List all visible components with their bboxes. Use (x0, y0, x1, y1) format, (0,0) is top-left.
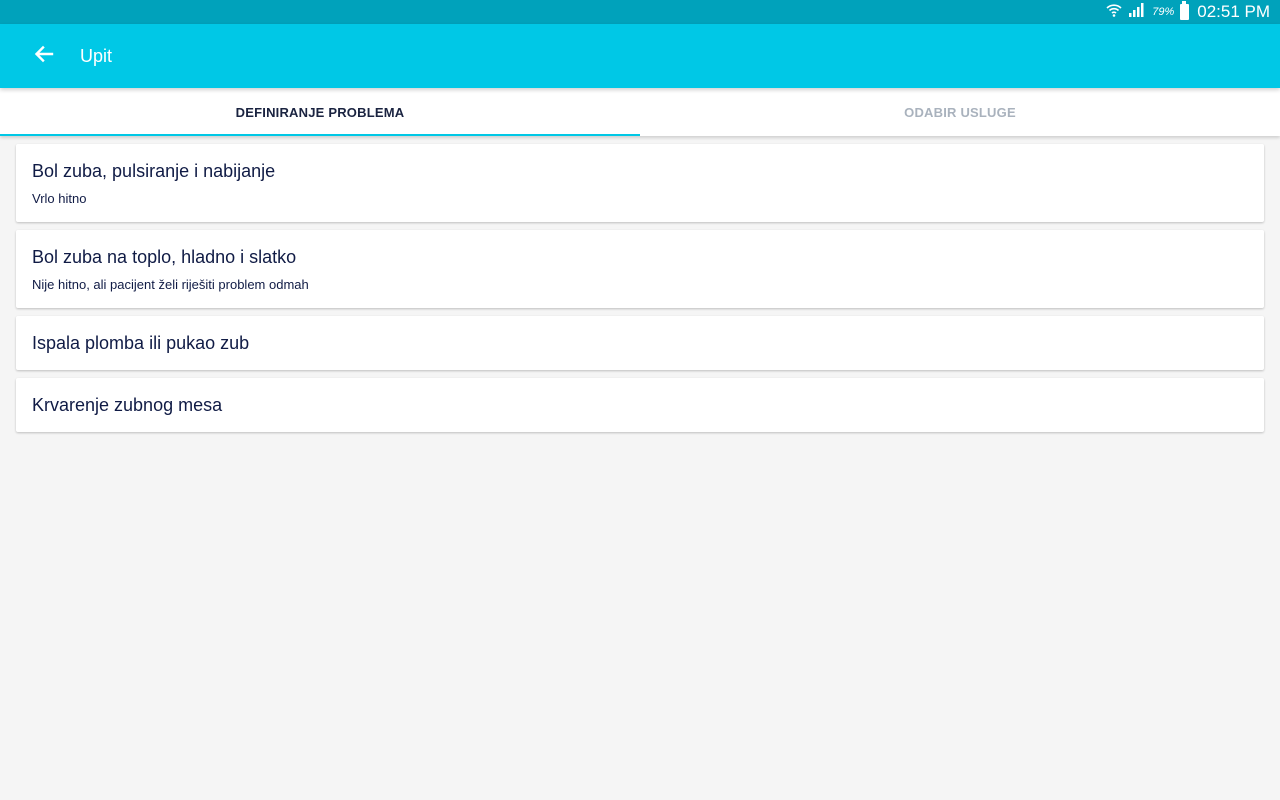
status-clock: 02:51 PM (1197, 2, 1270, 21)
signal-icon (1128, 2, 1146, 23)
problem-item[interactable]: Bol zuba na toplo, hladno i slatko Nije … (16, 230, 1264, 308)
problem-title: Bol zuba, pulsiranje i nabijanje (32, 160, 276, 181)
problem-list: Bol zuba, pulsiranje i nabijanje Vrlo hi… (16, 144, 1264, 440)
tab-definiranje-problema[interactable]: DEFINIRANJE PROBLEMA (0, 88, 640, 136)
wifi-icon (1106, 2, 1122, 23)
status-icons: 79% 02:51 PM (1106, 0, 1270, 24)
status-bar: 79% 02:51 PM (0, 0, 1280, 24)
arrow-back-icon (34, 44, 54, 69)
problem-item[interactable]: Bol zuba, pulsiranje i nabijanje Vrlo hi… (16, 144, 1264, 222)
back-button[interactable] (24, 36, 64, 76)
problem-item[interactable]: Krvarenje zubnog mesa (16, 378, 1264, 432)
tab-label: DEFINIRANJE PROBLEMA (235, 104, 405, 120)
problem-item[interactable]: Ispala plomba ili pukao zub (16, 316, 1264, 370)
tab-label: ODABIR USLUGE (904, 104, 1016, 120)
tab-odabir-usluge[interactable]: ODABIR USLUGE (640, 88, 1280, 136)
tab-bar: DEFINIRANJE PROBLEMA ODABIR USLUGE (0, 88, 1280, 136)
problem-subtitle: Vrlo hitno (32, 190, 87, 206)
problem-subtitle: Nije hitno, ali pacijent želi riješiti p… (32, 276, 309, 292)
problem-title: Ispala plomba ili pukao zub (32, 332, 250, 353)
problem-title: Krvarenje zubnog mesa (32, 394, 223, 415)
page-title: Upit (80, 46, 113, 66)
battery-percent: 79% (1152, 6, 1175, 18)
problem-title: Bol zuba na toplo, hladno i slatko (32, 246, 297, 267)
battery-icon (1180, 1, 1190, 20)
tab-indicator (0, 134, 640, 136)
app-bar: Upit (0, 24, 1280, 88)
